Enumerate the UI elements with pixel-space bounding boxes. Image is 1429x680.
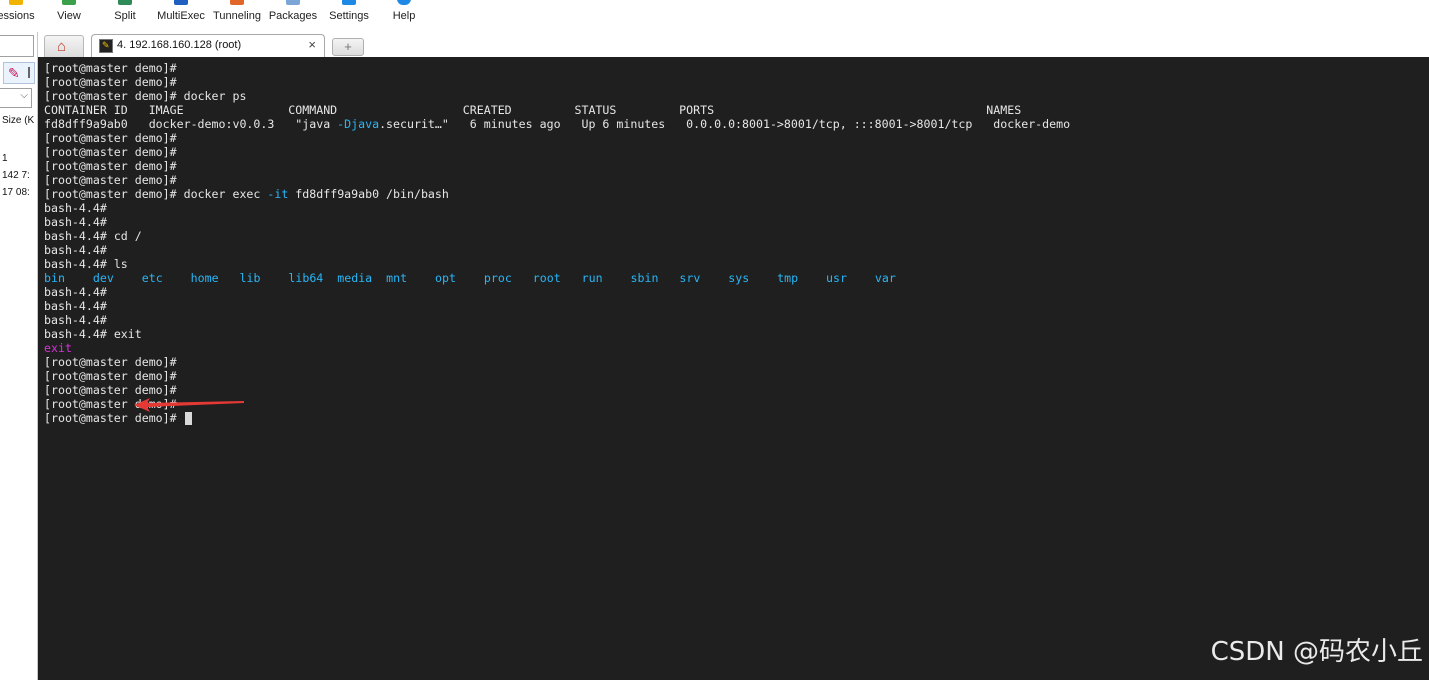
ls-dir-entry: lib64 [288, 271, 338, 285]
terminal-line: bash-4.4# [44, 285, 107, 299]
ls-dir-entry: lib [239, 271, 289, 285]
ls-dir-entry: usr [826, 271, 875, 285]
tab-home[interactable]: ⌂ [44, 35, 84, 57]
settings-icon [342, 0, 356, 5]
toolbar: essions View Split MultiExec Tunneling P… [0, 0, 1429, 32]
terminal-line: [root@master demo]# [44, 355, 177, 369]
chevron-down-icon: ⌵ [20, 90, 28, 101]
help-icon [397, 0, 411, 5]
separator [28, 67, 30, 78]
star-icon [9, 0, 23, 5]
watermark: CSDN @码农小丘 [1210, 637, 1423, 667]
ls-dir-entry: sbin [630, 271, 680, 285]
terminal-line: [root@master demo]# docker exec -it fd8d… [44, 187, 449, 201]
terminal-line: bash-4.4# exit [44, 327, 142, 341]
terminal[interactable]: [root@master demo]# [root@master demo]# … [38, 57, 1429, 680]
file-row[interactable]: 1 [2, 153, 8, 164]
file-row[interactable]: 142 7: [2, 170, 30, 181]
terminal-line: [root@master demo]# docker ps [44, 89, 247, 103]
toolbar-settings-button[interactable]: Settings [324, 0, 374, 32]
new-tab-button[interactable]: + [332, 38, 364, 56]
toolbar-packages-button[interactable]: Packages [266, 0, 320, 32]
red-arrow-annotation [134, 398, 244, 412]
ps-row: fd8dff9a9ab0 docker-demo:v0.0.3 "java -D… [44, 117, 1071, 131]
terminal-output: [root@master demo]# [root@master demo]# … [44, 61, 1070, 425]
toolbar-tunneling-button[interactable]: Tunneling [210, 0, 264, 32]
ls-dir-entry: root [532, 271, 582, 285]
terminal-line: bash-4.4# ls [44, 257, 128, 271]
tab-session[interactable]: ✎ 4. 192.168.160.128 (root) × [91, 34, 325, 57]
exit-echo: exit [44, 341, 72, 355]
terminal-line: [root@master demo]# [44, 383, 177, 397]
ls-dir-entry: var [874, 271, 924, 285]
ls-dir-entry: srv [679, 271, 729, 285]
sftp-sidebar: ✎ ⌵ Size (K 1 142 7: 17 08: [0, 32, 38, 680]
terminal-line: bash-4.4# [44, 215, 107, 229]
terminal-line: bash-4.4# [44, 201, 107, 215]
toolbar-view-button[interactable]: View [50, 0, 88, 32]
ls-dir-entry: media [337, 271, 387, 285]
toolbar-sessions-button[interactable]: essions [0, 0, 38, 32]
ls-dir-entry: etc [141, 271, 191, 285]
close-icon[interactable]: × [308, 37, 316, 52]
multiexec-icon [174, 0, 188, 5]
terminal-line: [root@master demo]# [44, 173, 177, 187]
ls-dir-entry: proc [483, 271, 533, 285]
view-icon [62, 0, 76, 5]
toolbar-help-button[interactable]: Help [384, 0, 424, 32]
column-header-size[interactable]: Size (K [2, 115, 34, 126]
ls-dir-entry: bin [44, 271, 93, 285]
ls-dir-entry: home [190, 271, 240, 285]
ls-dir-entry: sys [728, 271, 778, 285]
terminal-line: [root@master demo]# [44, 159, 177, 173]
sidebar-tool-group: ✎ [3, 62, 35, 84]
split-icon [118, 0, 132, 5]
terminal-line: bash-4.4# cd / [44, 229, 142, 243]
tunneling-icon [230, 0, 244, 5]
ls-output: bin dev etc home lib lib64 media mnt opt… [44, 271, 1070, 285]
terminal-line: [root@master demo]# [44, 75, 177, 89]
terminal-line: bash-4.4# [44, 313, 107, 327]
ls-dir-entry: dev [92, 271, 142, 285]
path-input[interactable] [0, 35, 34, 57]
terminal-line: [root@master demo]# [44, 369, 177, 383]
terminal-line: bash-4.4# [44, 243, 107, 257]
tab-bar: ⌂ ✎ 4. 192.168.160.128 (root) × + [38, 32, 1429, 57]
home-icon: ⌂ [57, 38, 67, 55]
toolbar-split-button[interactable]: Split [106, 0, 144, 32]
terminal-line: [root@master demo]# [44, 61, 177, 75]
terminal-line: [root@master demo]# [44, 131, 177, 145]
terminal-line: [root@master demo]# [44, 145, 177, 159]
file-row[interactable]: 17 08: [2, 187, 30, 198]
toolbar-multiexec-button[interactable]: MultiExec [154, 0, 208, 32]
ls-dir-entry: opt [435, 271, 484, 285]
sidebar-dropdown[interactable]: ⌵ [0, 88, 32, 108]
wand-icon[interactable]: ✎ [8, 65, 20, 82]
packages-icon [286, 0, 300, 5]
ps-header: CONTAINER ID IMAGE COMMAND CREATED STATU… [44, 103, 1022, 117]
ls-dir-entry: tmp [777, 271, 826, 285]
terminal-line: bash-4.4# [44, 299, 107, 313]
terminal-icon: ✎ [99, 39, 113, 53]
ls-dir-entry: mnt [386, 271, 435, 285]
ls-dir-entry: run [581, 271, 631, 285]
